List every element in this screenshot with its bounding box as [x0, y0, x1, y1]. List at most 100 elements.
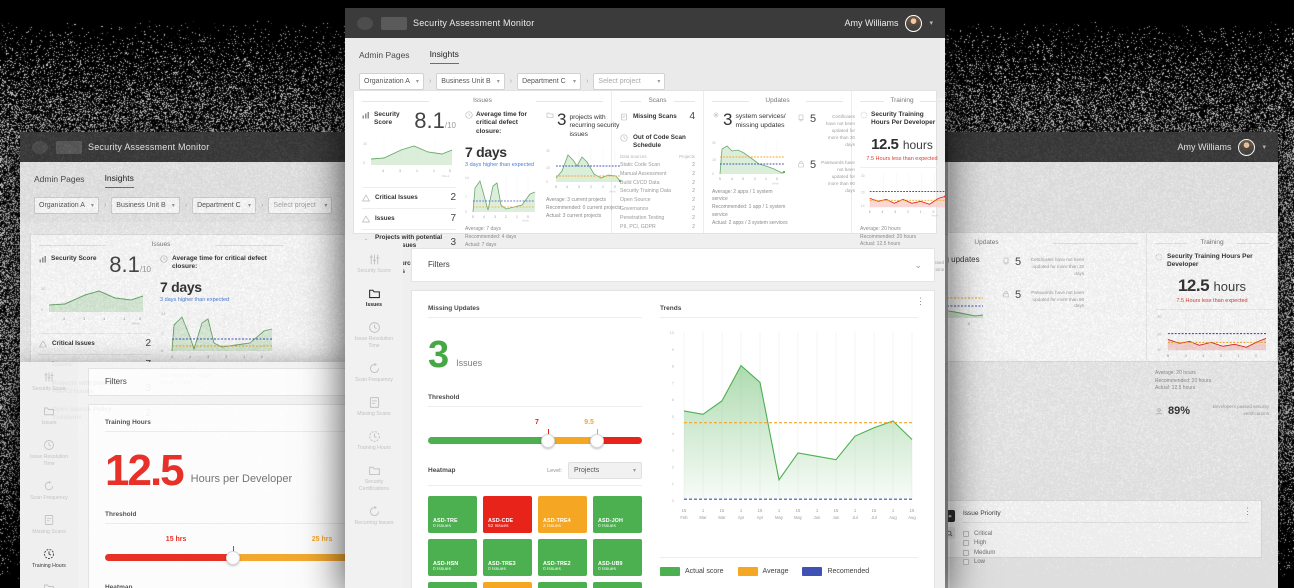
avatar[interactable] — [1238, 139, 1255, 156]
training-unit: hours — [903, 138, 933, 152]
sidebar-item-security-certifications[interactable]: Security Certifications — [20, 581, 78, 588]
window-right-background[interactable]: Amy Williams ▾ Scans Updates 3 system se… — [948, 132, 1278, 588]
sidebar-item-scan-frequency[interactable]: Scan Frequency — [20, 479, 78, 502]
chevron-down-icon[interactable]: ⌄ — [914, 260, 922, 271]
sidebar-item-missing-scans[interactable]: Missing Scans — [345, 395, 403, 418]
checkbox-critical[interactable]: Critical — [963, 531, 995, 537]
kebab-menu-icon[interactable]: ⋮ — [1243, 508, 1252, 515]
tab-insights[interactable]: Insights — [105, 173, 134, 188]
training-hours-unit: Hours per Developer — [191, 473, 293, 489]
level-select[interactable]: Projects ▾ — [568, 462, 642, 479]
heatmap-tile[interactable]: ASD-TRE3 0 Issues — [483, 539, 532, 576]
svg-text:10: 10 — [861, 204, 865, 208]
table-row: Governance 2 — [620, 205, 695, 214]
heatmap-tile[interactable]: ASD-TRE0 Issues — [538, 582, 587, 588]
sidebar-item-training-hours[interactable]: Training Hours — [20, 547, 78, 570]
project-select[interactable]: Select project ▾ — [268, 197, 332, 214]
sidebar-item-issues[interactable]: Issues — [345, 286, 403, 309]
training-sub: 7.5 Hours less than expected — [1155, 298, 1269, 304]
data-sources-table: Data Sources Projects Static Code Scan 2 M… — [620, 153, 695, 231]
clock-icon — [620, 134, 628, 142]
trends-chart: 10987654321015Feb1Mar15Mar1Apr15Apr1May1… — [660, 324, 918, 542]
sidebar-item-missing-scans[interactable]: Missing Scans — [20, 513, 78, 536]
org-select[interactable]: Organization A ▾ — [34, 197, 99, 214]
tab-admin-pages[interactable]: Admin Pages — [359, 50, 410, 64]
chevron-down-icon[interactable]: ▾ — [929, 19, 933, 27]
filters-panel[interactable]: Filters ⌄ — [411, 248, 935, 282]
checkbox-box[interactable] — [963, 531, 969, 537]
svg-text:15: 15 — [834, 508, 839, 513]
sidebar-item-training-hours[interactable]: Training Hours — [345, 429, 403, 452]
business-unit-select[interactable]: Business Unit B ▾ — [436, 73, 504, 90]
heatmap-tile[interactable]: ASD-JOH 0 Issues — [593, 496, 642, 533]
sidebar-item-scan-frequency[interactable]: Scan Frequency — [345, 361, 403, 384]
defect-caption: Average: 7 daysRecommended: 4 daysActual… — [465, 226, 537, 249]
legend-swatch — [802, 567, 822, 576]
sidebar-item-issues[interactable]: Issues — [20, 404, 78, 427]
org-select[interactable]: Organization A ▾ — [359, 73, 424, 90]
svg-text:0: 0 — [449, 169, 451, 173]
svg-text:4: 4 — [1185, 353, 1188, 358]
sidebar-item-issue-resolution-time[interactable]: Issue Resolution Time — [345, 320, 403, 350]
list-item: 5 Certificates have not been updated for … — [1002, 257, 1112, 278]
threshold-knob-low[interactable] — [226, 551, 240, 565]
kebab-menu-icon[interactable]: ⋮ — [916, 298, 925, 305]
business-unit-select[interactable]: Business Unit B ▾ — [111, 197, 179, 214]
heatmap-tile[interactable]: ASD-TRE0 Issues — [428, 496, 477, 533]
heatmap-tile[interactable]: ASD-HSN 0 Issues — [428, 539, 477, 576]
checkbox-medium[interactable]: Medium — [963, 550, 995, 556]
filters-label: Filters — [412, 249, 934, 280]
sidebar-item-security-score[interactable]: Security Score — [345, 252, 403, 275]
threshold-slider-left[interactable]: 15 hrs 25 hrs — [105, 536, 350, 566]
project-select[interactable]: Select project ▾ — [593, 73, 665, 90]
heatmap-tile[interactable]: ASD-TRE2 0 Issues — [538, 539, 587, 576]
svg-text:2: 2 — [225, 354, 228, 359]
svg-text:5: 5 — [472, 215, 474, 219]
security-score-label: Security Score — [51, 255, 97, 263]
table-row: Critical Issues 2 — [362, 187, 456, 208]
security-score-label: Security Score — [374, 111, 410, 127]
sidebar-item-label: Missing Scans — [345, 411, 403, 418]
search-icon[interactable] — [948, 527, 955, 539]
checkbox-low[interactable]: Low — [963, 559, 995, 565]
avatar[interactable] — [905, 15, 922, 32]
threshold-knob-high[interactable] — [590, 434, 604, 448]
heatmap-tile[interactable]: ASD-CDE 52 Issues — [483, 496, 532, 533]
table-row: Open Source 2 — [620, 196, 695, 205]
checkbox-box[interactable] — [963, 559, 969, 565]
app-title: Security Assessment Monitor — [413, 18, 534, 28]
department-select[interactable]: Department C ▾ — [517, 73, 581, 90]
heatmap-tile[interactable]: ASD-UB9 0 Issues — [593, 539, 642, 576]
chevron-down-icon[interactable]: ▾ — [1262, 143, 1266, 151]
svg-text:Week: Week — [442, 174, 450, 178]
svg-text:Mar: Mar — [699, 515, 707, 520]
checkbox-box[interactable] — [963, 540, 969, 546]
svg-text:2: 2 — [907, 210, 909, 214]
threshold-slider[interactable]: 7 9.5 — [428, 419, 642, 449]
heatmap-tile[interactable]: ASD-OHE0 Issues — [593, 582, 642, 588]
heatmap-tile[interactable]: ASD-GBS3 Issues — [483, 582, 532, 588]
sidebar-item-security-certifications[interactable]: Security Certifications — [345, 463, 403, 493]
sidebar-item-recurring-issues[interactable]: Recurring Issues — [345, 504, 403, 527]
threshold-knob-low[interactable] — [541, 434, 555, 448]
window-active[interactable]: Security Assessment Monitor Amy Williams… — [345, 8, 945, 588]
sidebar-item-security-score[interactable]: Security Score — [20, 370, 78, 393]
kpi-strip-right: Scans Updates 3 system services/ missing… — [948, 232, 1278, 362]
checkbox-high[interactable]: High — [963, 540, 995, 546]
heatmap-tile[interactable]: ASD-TRE4 2 Issues — [538, 496, 587, 533]
svg-text:Jun: Jun — [814, 515, 821, 520]
tab-insights[interactable]: Insights — [430, 49, 459, 64]
department-select[interactable]: Department C ▾ — [192, 197, 256, 214]
tab-admin-pages[interactable]: Admin Pages — [34, 174, 85, 188]
defect-sub: 3 days higher than expected — [160, 297, 278, 303]
sidebar-item-issue-resolution-time[interactable]: Issue Resolution Time — [20, 438, 78, 468]
heatmap-tile[interactable]: ASD-NBY0 Issues — [428, 582, 477, 588]
folder-icon — [546, 111, 554, 119]
checkbox-box[interactable] — [963, 550, 969, 556]
row-value: 7 — [450, 213, 456, 224]
training-chart: 302010 543210 Week — [860, 167, 945, 217]
filter-toggle-icon[interactable]: ⇥ — [948, 510, 955, 522]
filters-panel-left[interactable]: Filters — [88, 368, 350, 396]
svg-text:0: 0 — [261, 354, 264, 359]
table-row: Security Training Data 2 — [620, 187, 695, 196]
